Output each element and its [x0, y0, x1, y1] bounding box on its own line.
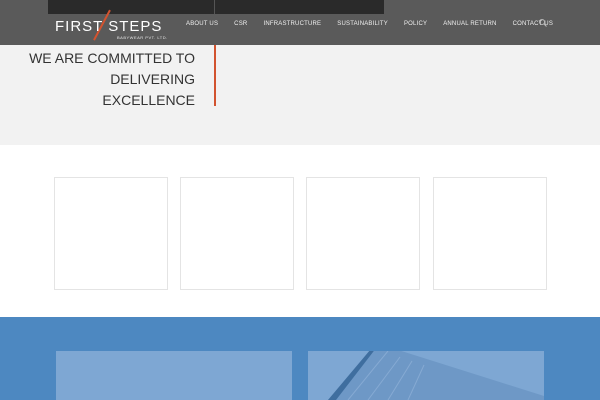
feature-card[interactable] — [306, 177, 420, 290]
nav-item-about-us[interactable]: ABOUT US — [186, 21, 218, 27]
main-nav: ABOUT US CSR INFRASTRUCTURE SUSTAINABILI… — [186, 18, 569, 30]
header-strip-divider — [214, 0, 215, 14]
hero-line-1: WE ARE COMMITTED TO — [29, 50, 195, 66]
logo-subtext: BABYWEAR PVT. LTD. — [117, 35, 168, 40]
logo-text: FIRST STEPS — [55, 18, 163, 35]
image-panel-left[interactable] — [56, 351, 292, 400]
site-header: FIRST STEPS BABYWEAR PVT. LTD. ABOUT US … — [0, 0, 600, 45]
nav-item-sustainability[interactable]: SUSTAINABILITY — [337, 21, 388, 27]
site-logo[interactable]: FIRST STEPS BABYWEAR PVT. LTD. — [55, 9, 168, 44]
blue-band-section — [0, 317, 600, 400]
search-icon[interactable] — [538, 18, 548, 28]
hero-line-3: EXCELLENCE — [102, 92, 195, 108]
hero-line-2: DELIVERING — [110, 71, 195, 87]
feature-card[interactable] — [180, 177, 294, 290]
nav-item-policy[interactable]: POLICY — [404, 21, 427, 27]
feature-cards — [54, 177, 547, 290]
feature-card[interactable] — [433, 177, 547, 290]
nav-item-annual-return[interactable]: ANNUAL RETURN — [443, 21, 496, 27]
nav-item-infrastructure[interactable]: INFRASTRUCTURE — [263, 21, 321, 27]
nav-item-csr[interactable]: CSR — [234, 21, 247, 27]
building-roof-image — [328, 351, 544, 400]
header-top-strip — [48, 0, 384, 14]
hero-accent-line — [214, 45, 216, 106]
feature-card[interactable] — [54, 177, 168, 290]
image-panel-right[interactable] — [308, 351, 544, 400]
hero-headline: WE ARE COMMITTED TO DELIVERING EXCELLENC… — [29, 48, 195, 111]
